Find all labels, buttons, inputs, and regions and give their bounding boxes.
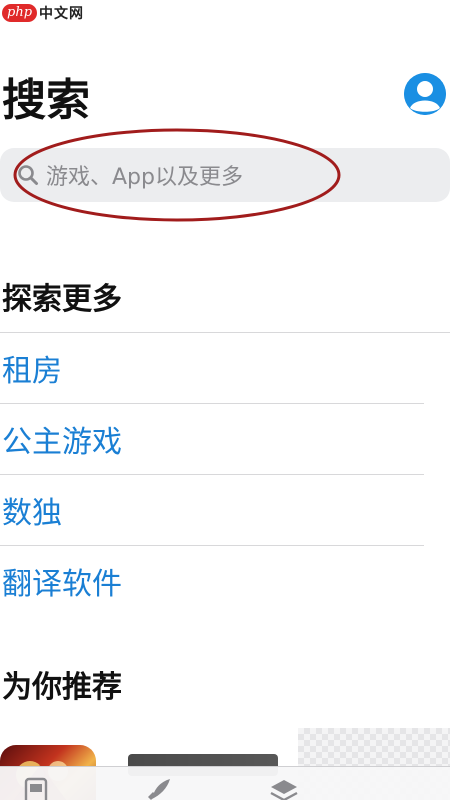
explore-section-title: 探索更多 (2, 282, 122, 317)
person-circle-icon (404, 73, 446, 115)
site-watermark: php 中文网 (2, 2, 84, 24)
watermark-text: 中文网 (39, 6, 85, 22)
bottom-tab-bar (0, 766, 450, 800)
explore-item-sudoku[interactable]: 数独 (0, 474, 424, 545)
magnifier-icon (16, 163, 40, 187)
tab-apps[interactable] (267, 777, 301, 800)
account-avatar-button[interactable] (404, 73, 446, 115)
explore-item-princess-games[interactable]: 公主游戏 (0, 403, 424, 474)
recommended-section-title: 为你推荐 (2, 670, 122, 705)
search-field[interactable]: 游戏、App以及更多 (0, 148, 450, 202)
tab-today[interactable] (20, 777, 54, 800)
app-store-search-screen: php 中文网 搜索 游戏、App以及更多 探索更多 租房 公主游戏 数独 翻译… (0, 0, 450, 800)
explore-item-translation-apps[interactable]: 翻译软件 (0, 545, 424, 616)
watermark-logo: php (2, 4, 38, 22)
rocket-icon (148, 779, 170, 800)
search-placeholder: 游戏、App以及更多 (46, 165, 243, 190)
page-title: 搜索 (2, 75, 90, 126)
layers-icon (270, 780, 298, 800)
explore-item-rent[interactable]: 租房 (0, 333, 424, 403)
tab-games[interactable] (142, 777, 176, 800)
today-icon (24, 777, 48, 800)
explore-list: 租房 公主游戏 数独 翻译软件 (0, 333, 424, 616)
